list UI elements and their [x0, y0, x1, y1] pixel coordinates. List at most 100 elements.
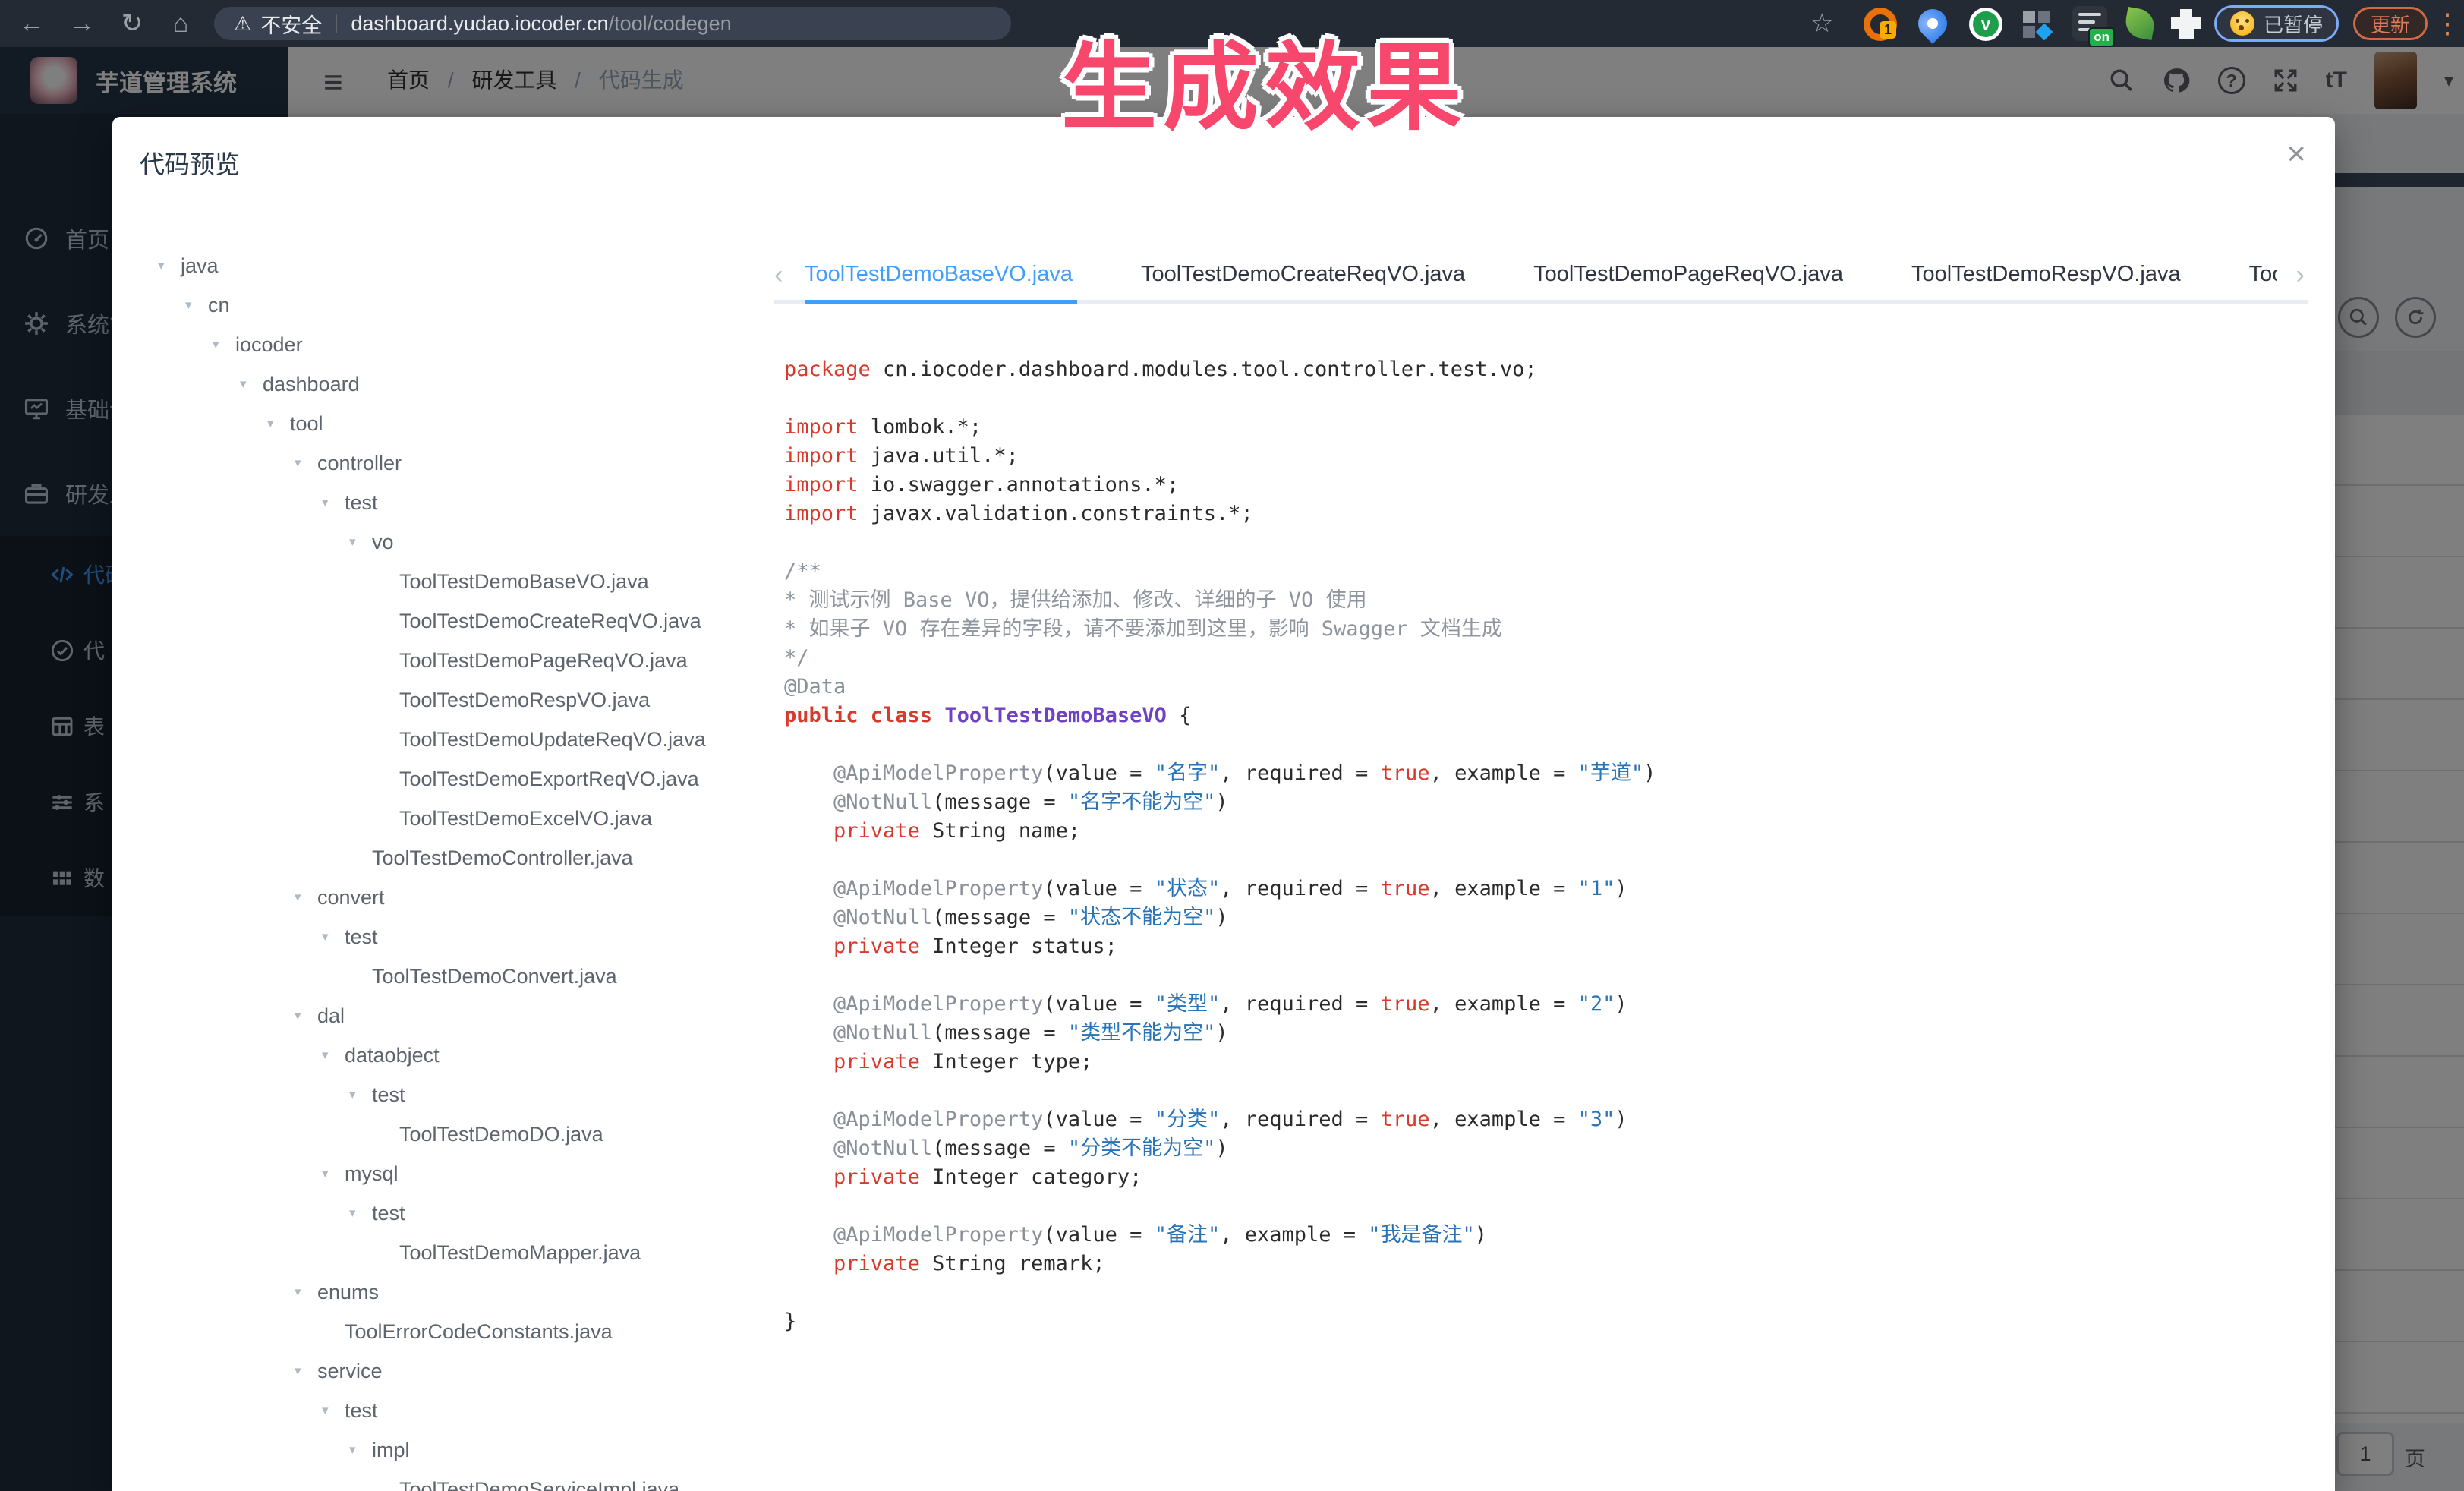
caret-down-icon[interactable]: ▾ — [240, 377, 263, 392]
code-tab[interactable]: ToolTestDemoCreateReqVO.java — [1141, 251, 1465, 304]
browser-home-icon[interactable]: ⌂ — [158, 0, 203, 47]
tree-node-label: ToolErrorCodeConstants.java — [345, 1320, 613, 1344]
chrome-update-button[interactable]: 更新 — [2353, 7, 2428, 40]
caret-down-icon[interactable]: ▾ — [322, 929, 345, 944]
tree-folder[interactable]: ▾convert — [158, 878, 773, 917]
caret-down-icon[interactable]: ▾ — [322, 1403, 345, 1418]
tree-folder[interactable]: ▾test — [158, 917, 773, 957]
tree-node-label: impl — [372, 1439, 410, 1462]
tree-folder[interactable]: ▾mysql — [158, 1154, 773, 1193]
caret-down-icon[interactable]: ▾ — [213, 337, 235, 352]
caret-down-icon[interactable]: ▾ — [158, 258, 181, 273]
caret-down-icon[interactable]: ▾ — [322, 495, 345, 510]
tree-file[interactable]: ToolTestDemoMapper.java — [158, 1233, 773, 1272]
tree-file[interactable]: ToolTestDemoController.java — [158, 838, 773, 878]
tree-file[interactable]: ToolTestDemoExcelVO.java — [158, 799, 773, 838]
code-line — [784, 961, 2314, 990]
tree-folder[interactable]: ▾dataobject — [158, 1036, 773, 1075]
close-icon[interactable]: × — [2286, 135, 2306, 173]
tree-file[interactable]: ToolTestDemoRespVO.java — [158, 680, 773, 720]
extension-pin-icon[interactable] — [1912, 3, 1953, 44]
extension-leaf-icon[interactable] — [2123, 7, 2157, 40]
code-tab[interactable]: ToolTe — [2249, 251, 2277, 304]
tree-node-label: dataobject — [345, 1044, 440, 1067]
caret-down-icon[interactable]: ▾ — [267, 416, 290, 431]
caret-down-icon[interactable]: ▾ — [295, 1285, 317, 1300]
caret-down-icon[interactable]: ▾ — [185, 298, 208, 313]
extensions-puzzle-icon[interactable] — [2171, 9, 2201, 39]
tree-folder[interactable]: ▾test — [158, 483, 773, 522]
code-tab[interactable]: ToolTestDemoPageReqVO.java — [1533, 251, 1843, 304]
tree-file[interactable]: ToolTestDemoCreateReqVO.java — [158, 601, 773, 641]
browser-reload-icon[interactable]: ↻ — [109, 0, 155, 47]
tree-node-label: tool — [290, 412, 323, 436]
tree-node-label: test — [345, 925, 378, 949]
code-line — [784, 1278, 2314, 1307]
code-line — [784, 730, 2314, 759]
tree-folder[interactable]: ▾dal — [158, 996, 773, 1036]
caret-down-icon[interactable]: ▾ — [349, 1087, 372, 1102]
tree-folder[interactable]: ▾controller — [158, 443, 773, 483]
tabs-scroll-left-icon[interactable]: ‹ — [774, 251, 783, 300]
browser-menu-icon[interactable]: ⋮ — [2434, 0, 2461, 47]
tree-folder[interactable]: ▾tool — [158, 404, 773, 443]
tree-folder[interactable]: ▾test — [158, 1391, 773, 1430]
not-secure-label: 不安全 — [260, 9, 322, 39]
tree-file[interactable]: ToolTestDemoConvert.java — [158, 957, 773, 996]
caret-down-icon[interactable]: ▾ — [295, 1363, 317, 1379]
caret-down-icon[interactable]: ▾ — [295, 455, 317, 471]
tree-file[interactable]: ToolTestDemoDO.java — [158, 1114, 773, 1154]
tree-folder[interactable]: ▾test — [158, 1193, 773, 1233]
extension-orange-icon[interactable]: 1 — [1864, 8, 1897, 41]
url-host: dashboard.yudao.iocoder.cn — [351, 12, 608, 36]
extension-green-icon[interactable]: v — [1969, 8, 2002, 41]
caret-down-icon[interactable]: ▾ — [295, 890, 317, 905]
tree-folder[interactable]: ▾java — [158, 246, 773, 285]
tree-file[interactable]: ToolTestDemoUpdateReqVO.java — [158, 720, 773, 759]
code-line: private String remark; — [784, 1250, 2314, 1278]
tree-folder[interactable]: ▾cn — [158, 285, 773, 325]
tree-folder[interactable]: ▾vo — [158, 522, 773, 562]
caret-down-icon[interactable]: ▾ — [295, 1008, 317, 1023]
tree-node-label: convert — [317, 886, 385, 909]
tabs-scroll-right-icon[interactable]: › — [2296, 251, 2305, 300]
annotation-text: 生成效果 — [1061, 11, 1468, 149]
code-line: * 如果子 VO 存在差异的字段，请不要添加到这里，影响 Swagger 文档生… — [784, 615, 2314, 644]
profile-paused-button[interactable]: 已暂停 — [2214, 5, 2339, 42]
tree-folder[interactable]: ▾enums — [158, 1272, 773, 1312]
tree-folder[interactable]: ▾iocoder — [158, 325, 773, 364]
tree-file[interactable]: ToolTestDemoExportReqVO.java — [158, 759, 773, 799]
tree-file[interactable]: ToolTestDemoPageReqVO.java — [158, 641, 773, 680]
extension-grid-icon[interactable] — [2023, 11, 2050, 38]
caret-down-icon[interactable]: ▾ — [349, 1206, 372, 1221]
update-label: 更新 — [2371, 10, 2410, 38]
tree-file[interactable]: ToolErrorCodeConstants.java — [158, 1312, 773, 1351]
bookmark-star-icon[interactable]: ☆ — [1810, 0, 1833, 47]
browser-forward-icon[interactable]: → — [59, 0, 105, 47]
caret-down-icon[interactable]: ▾ — [349, 1442, 372, 1458]
tree-node-label: vo — [372, 531, 394, 554]
code-tab[interactable]: ToolTestDemoBaseVO.java — [805, 251, 1073, 304]
caret-down-icon[interactable]: ▾ — [349, 534, 372, 550]
tree-node-label: controller — [317, 452, 402, 475]
tree-node-label: ToolTestDemoConvert.java — [372, 965, 617, 988]
profile-emoji-icon — [2230, 11, 2254, 36]
tree-file[interactable]: ToolTestDemoServiceImpl.java — [158, 1470, 773, 1491]
tree-folder[interactable]: ▾dashboard — [158, 364, 773, 404]
code-tab[interactable]: ToolTestDemoRespVO.java — [1911, 251, 2181, 304]
code-line: import javax.validation.constraints.*; — [784, 500, 2314, 528]
code-line: @NotNull(message = "分类不能为空") — [784, 1134, 2314, 1163]
tree-node-label: ToolTestDemoController.java — [372, 846, 633, 870]
extension-list-icon[interactable]: on — [2072, 6, 2107, 41]
tree-folder[interactable]: ▾impl — [158, 1430, 773, 1470]
caret-down-icon[interactable]: ▾ — [322, 1048, 345, 1063]
caret-down-icon[interactable]: ▾ — [322, 1166, 345, 1181]
tree-file[interactable]: ToolTestDemoBaseVO.java — [158, 562, 773, 601]
code-line: private Integer category; — [784, 1163, 2314, 1192]
browser-back-icon[interactable]: ← — [9, 0, 55, 47]
code-line: @ApiModelProperty(value = "类型", required… — [784, 990, 2314, 1019]
address-bar[interactable]: ⚠ 不安全 dashboard.yudao.iocoder.cn/tool/co… — [214, 7, 1011, 40]
tree-folder[interactable]: ▾test — [158, 1075, 773, 1114]
code-preview-modal: 代码预览 × ▾java▾cn▾iocoder▾dashboard▾tool▾c… — [112, 117, 2335, 1491]
tree-folder[interactable]: ▾service — [158, 1351, 773, 1391]
